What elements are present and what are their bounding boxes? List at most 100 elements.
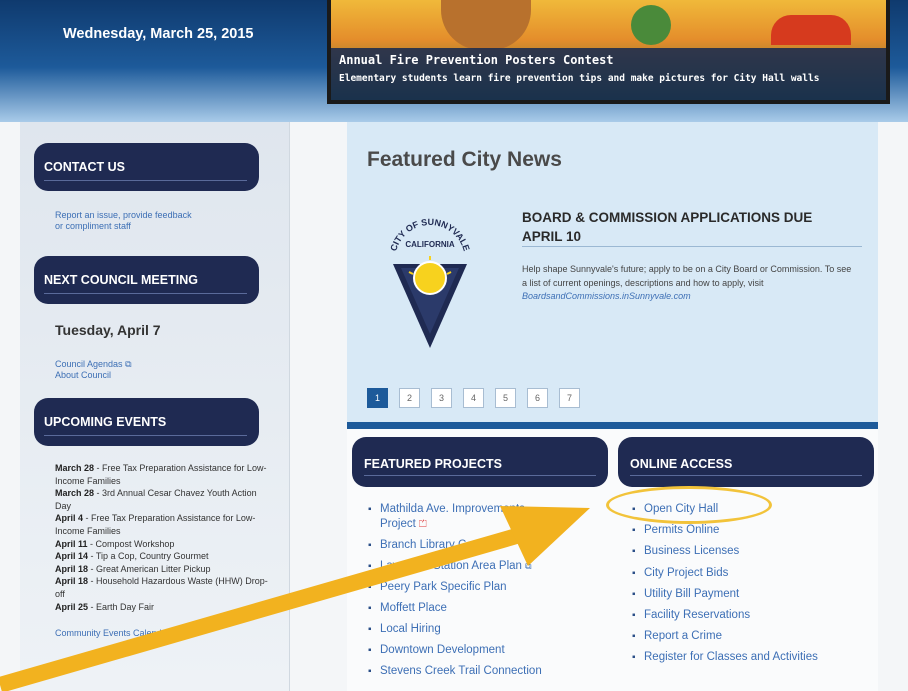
current-date: Wednesday, March 25, 2015 — [63, 26, 254, 42]
event-item[interactable]: April 4 - Free Tax Preparation Assistanc… — [55, 512, 270, 537]
upcoming-events-heading: UPCOMING EVENTS — [34, 398, 259, 446]
council-agendas-link[interactable]: Council Agendas ⧉ — [55, 359, 132, 370]
sunnyvale-seal-logo: CITY OF SUNNYVALE CALIFORNIA — [388, 217, 472, 348]
heading-rule — [630, 475, 862, 476]
online-access-heading-text: ONLINE ACCESS — [630, 457, 733, 471]
project-item[interactable]: Mathilda Ave. Improvements Project ⏍ — [368, 502, 558, 532]
heading-rule — [44, 435, 247, 436]
project-item[interactable]: Lawrence Station Area Plan ⧉ — [368, 559, 558, 574]
page-button-1[interactable]: 1 — [367, 388, 388, 408]
project-item[interactable]: Local Hiring — [368, 622, 558, 637]
event-text: - Great American Litter Pickup — [88, 563, 211, 574]
events-list: March 28 - Free Tax Preparation Assistan… — [55, 462, 270, 640]
event-date: April 18 — [55, 563, 89, 574]
business-licenses-link[interactable]: Business Licenses — [632, 544, 872, 559]
about-council-link[interactable]: About Council — [55, 370, 111, 381]
event-date: March 28 — [55, 463, 95, 473]
project-item[interactable]: Downtown Development — [368, 643, 558, 658]
highlight-ellipse — [606, 486, 772, 524]
page-button-2[interactable]: 2 — [399, 388, 420, 408]
event-text: - Compost Workshop — [87, 538, 175, 549]
facility-reservations-link[interactable]: Facility Reservations — [632, 608, 872, 623]
hero-subtitle: Elementary students learn fire preventio… — [339, 73, 820, 84]
contact-us-heading: CONTACT US — [34, 143, 259, 191]
project-label: Branch Library Concept — [380, 539, 501, 551]
news-body-link[interactable]: BoardsandCommissions.inSunnyvale.com — [522, 291, 691, 301]
project-label: Downtown Development — [380, 644, 505, 656]
event-item[interactable]: April 18 - Great American Litter Pickup — [55, 563, 270, 576]
event-date: April 18 — [55, 576, 89, 587]
event-date: March 28 — [55, 488, 95, 499]
project-label: Local Hiring — [380, 623, 441, 635]
event-date: April 25 — [55, 601, 89, 612]
report-a-crime-link[interactable]: Report a Crime — [632, 629, 872, 644]
external-window-icon: ⧉ — [125, 359, 132, 369]
news-pager: 1 2 3 4 5 6 7 — [367, 388, 580, 408]
council-agendas-label: Council Agendas — [55, 359, 123, 369]
project-label: Mathilda Ave. Improvements Project — [380, 503, 525, 530]
page-button-4[interactable]: 4 — [463, 388, 484, 408]
project-item[interactable]: Branch Library Concept — [368, 538, 558, 553]
project-label: Peery Park Specific Plan — [380, 581, 507, 593]
event-item[interactable]: March 28 - Free Tax Preparation Assistan… — [55, 462, 270, 487]
heading-rule — [44, 180, 247, 181]
next-council-heading: NEXT COUNCIL MEETING — [34, 256, 259, 304]
hero-art-shape — [441, 0, 531, 50]
event-text: - Tip a Cop, Country Gourmet — [88, 551, 209, 562]
page-button-6[interactable]: 6 — [527, 388, 548, 408]
news-headline-line2: APRIL 10 — [522, 229, 582, 244]
project-label: Stevens Creek Trail Connection — [380, 665, 542, 677]
event-item[interactable]: April 18 - Household Hazardous Waste (HH… — [55, 575, 270, 600]
featured-projects-list: Mathilda Ave. Improvements Project ⏍ Bra… — [368, 502, 558, 685]
hero-title: Annual Fire Prevention Posters Contest — [339, 53, 614, 67]
event-item[interactable]: April 25 - Earth Day Fair — [55, 601, 270, 614]
event-text: - Earth Day Fair — [88, 601, 155, 612]
city-project-bids-link[interactable]: City Project Bids — [632, 566, 872, 581]
project-label: Moffett Place — [380, 602, 447, 614]
section-divider-stripe — [347, 422, 878, 429]
page-button-5[interactable]: 5 — [495, 388, 516, 408]
project-item[interactable]: Moffett Place — [368, 601, 558, 616]
event-date: April 4 — [55, 513, 84, 524]
heading-rule — [364, 475, 596, 476]
project-item[interactable]: Peery Park Specific Plan — [368, 580, 558, 595]
online-access-list: Open City Hall Permits Online Business L… — [632, 502, 872, 672]
hero-art-shape — [631, 5, 671, 45]
featured-news-panel: Featured City News CITY OF SUNNYVALE CAL… — [347, 122, 878, 427]
project-item[interactable]: Stevens Creek Trail Connection — [368, 664, 558, 679]
contact-link[interactable]: Report an issue, provide feedback or com… — [55, 210, 192, 232]
utility-bill-payment-link[interactable]: Utility Bill Payment — [632, 587, 872, 602]
event-item[interactable]: April 11 - Compost Workshop — [55, 538, 270, 551]
event-text: - Free Tax Preparation Assistance for Lo… — [55, 513, 256, 536]
external-window-icon: ⧉ — [525, 561, 532, 571]
page-button-7[interactable]: 7 — [559, 388, 580, 408]
page-button-3[interactable]: 3 — [431, 388, 452, 408]
event-item[interactable]: March 28 - 3rd Annual Cesar Chavez Youth… — [55, 487, 270, 512]
contact-link-line2: or compliment staff — [55, 221, 131, 231]
contact-link-line1: Report an issue, provide feedback — [55, 210, 192, 220]
seal-subtext: CALIFORNIA — [405, 240, 455, 249]
featured-news-title: Featured City News — [367, 148, 562, 171]
community-calendar-link[interactable]: Community Events Calendar » — [55, 627, 270, 640]
hero-banner[interactable]: Annual Fire Prevention Posters Contest E… — [327, 0, 890, 104]
event-date: April 14 — [55, 551, 89, 562]
next-council-heading-text: NEXT COUNCIL MEETING — [44, 273, 198, 287]
register-classes-link[interactable]: Register for Classes and Activities — [632, 650, 872, 665]
contact-us-heading-text: CONTACT US — [44, 160, 126, 174]
news-headline-line1: BOARD & COMMISSION APPLICATIONS DUE — [522, 210, 813, 225]
online-access-heading: ONLINE ACCESS — [618, 437, 874, 487]
pdf-icon: ⏍ — [419, 519, 427, 530]
news-headline[interactable]: BOARD & COMMISSION APPLICATIONS DUE APRI… — [522, 208, 862, 246]
hero-caption: Annual Fire Prevention Posters Contest E… — [331, 48, 886, 100]
event-item[interactable]: April 14 - Tip a Cop, Country Gourmet — [55, 550, 270, 563]
council-meeting-date: Tuesday, April 7 — [55, 322, 161, 338]
featured-projects-heading: FEATURED PROJECTS — [352, 437, 608, 487]
upcoming-events-heading-text: UPCOMING EVENTS — [44, 415, 167, 429]
featured-projects-heading-text: FEATURED PROJECTS — [364, 457, 502, 471]
hero-art-shape — [771, 15, 851, 45]
news-body: Help shape Sunnyvale's future; apply to … — [522, 263, 852, 304]
project-label: Lawrence Station Area Plan — [380, 560, 522, 572]
heading-rule — [44, 293, 247, 294]
permits-online-link[interactable]: Permits Online — [632, 523, 872, 538]
news-body-text: Help shape Sunnyvale's future; apply to … — [522, 264, 852, 288]
